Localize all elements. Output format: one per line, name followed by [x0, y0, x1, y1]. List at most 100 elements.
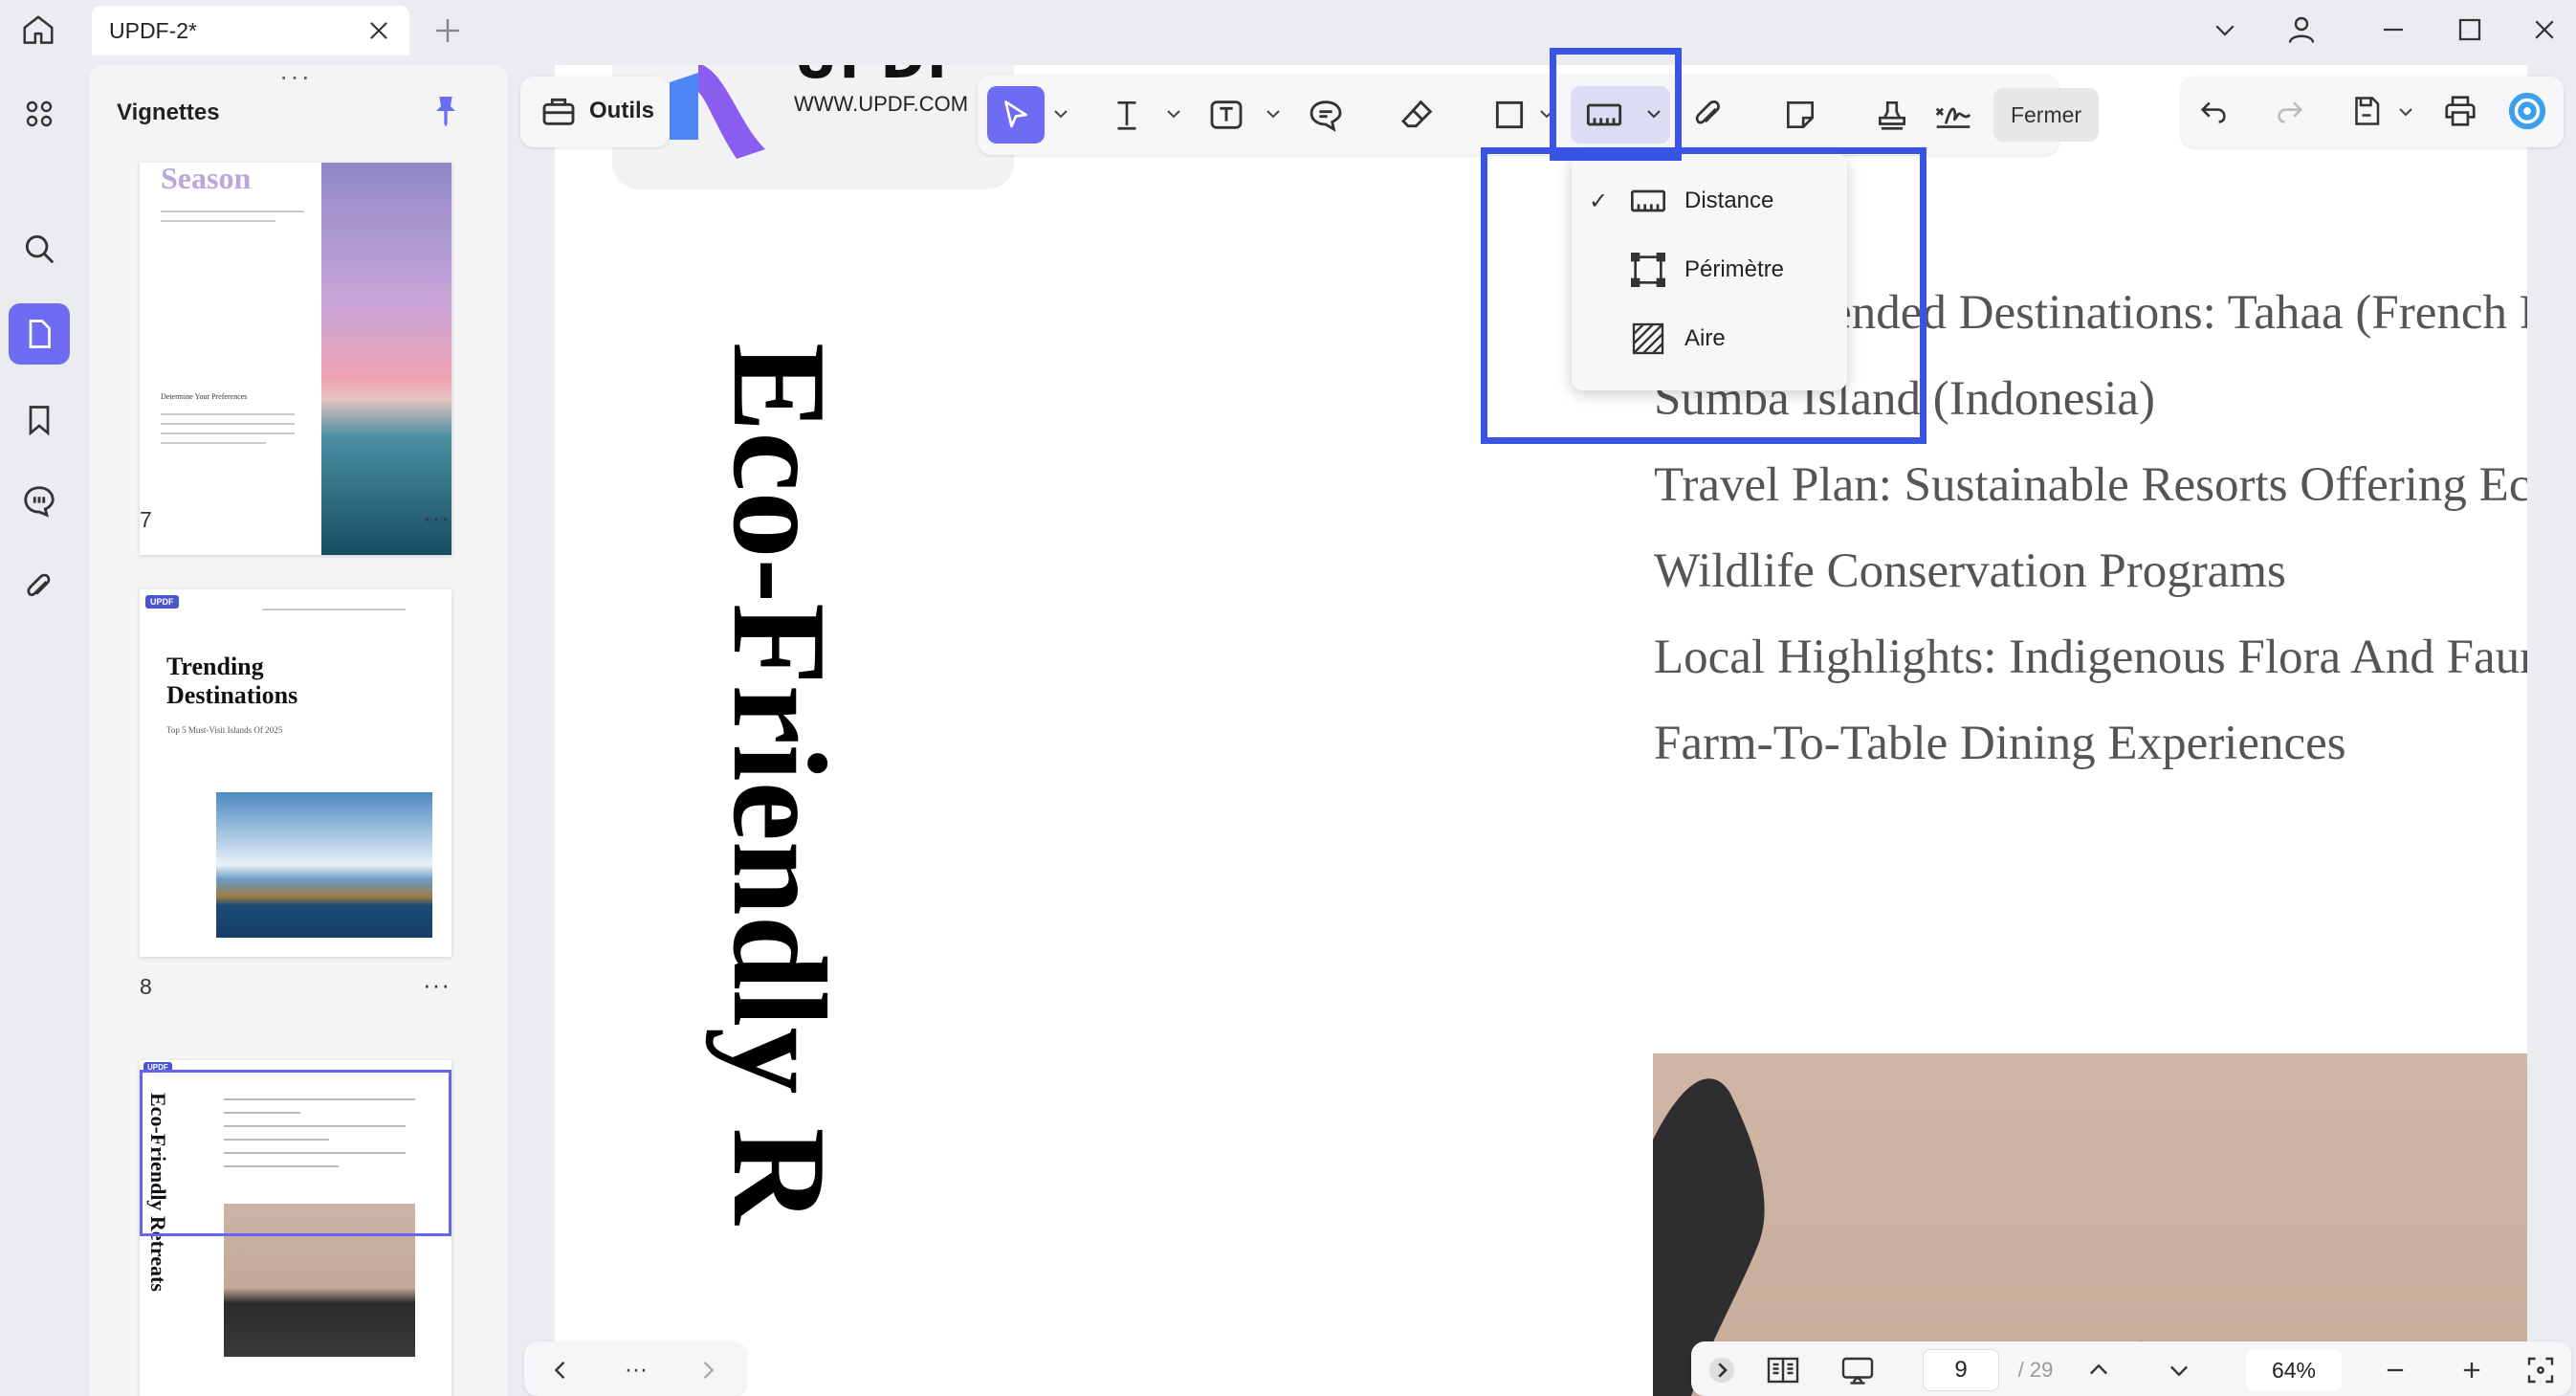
- highlight-measure-button: [1550, 48, 1682, 161]
- rail-attachments-button[interactable]: [9, 557, 70, 618]
- prev-page-button[interactable]: [541, 1349, 580, 1391]
- rail-bookmarks-button[interactable]: [9, 389, 70, 451]
- presentation-button[interactable]: [1829, 1349, 1886, 1391]
- tab-list-button[interactable]: [2200, 8, 2250, 52]
- thumb-brand: UPDF: [145, 595, 179, 609]
- print-button[interactable]: [2432, 82, 2489, 140]
- maximize-button[interactable]: [2445, 8, 2495, 52]
- thumb-more-button[interactable]: ···: [423, 503, 451, 533]
- minimize-button[interactable]: [2368, 8, 2418, 52]
- thumb-more-button[interactable]: ···: [423, 970, 451, 1000]
- left-rail: [0, 59, 78, 1396]
- ai-assistant-icon: [2508, 92, 2546, 130]
- doc-line-6: Farm-To-Table Dining Experiences: [1654, 717, 2346, 770]
- redo-icon: [2278, 101, 2303, 123]
- page-down-button[interactable]: [2158, 1349, 2200, 1391]
- zoom-out-button[interactable]: [2374, 1349, 2416, 1391]
- stamp-tool[interactable]: [1863, 86, 1921, 144]
- zoom-in-button[interactable]: [2451, 1349, 2493, 1391]
- thumb-page-number: 8: [140, 974, 152, 999]
- thumb-heading-line1: Trending: [166, 653, 264, 680]
- chevron-down-icon[interactable]: [1165, 107, 1182, 121]
- home-icon: [23, 15, 54, 44]
- signature-tool[interactable]: [1925, 86, 1982, 144]
- paperclip-icon: [27, 573, 51, 597]
- select-tool[interactable]: [987, 86, 1045, 144]
- fit-screen-icon: [2527, 1357, 2554, 1384]
- attach-tool[interactable]: [1680, 86, 1737, 144]
- new-tab-icon[interactable]: [430, 13, 465, 48]
- chevron-up-icon: [2090, 1363, 2107, 1375]
- page-number-input[interactable]: 9: [1923, 1349, 1999, 1391]
- chevron-down-icon: [2170, 1365, 2188, 1377]
- logo-url: WWW.UPDF.COM: [794, 92, 969, 116]
- rail-search-button[interactable]: [9, 218, 70, 279]
- zoom-level[interactable]: 64%: [2246, 1349, 2342, 1391]
- eraser-tool[interactable]: [1389, 86, 1446, 144]
- chevron-right-circle-icon: [1708, 1357, 1735, 1384]
- thumb-page-number: 7: [140, 507, 152, 532]
- minimize-icon: [2384, 28, 2403, 32]
- paperclip-icon: [1695, 100, 1720, 124]
- close-toolbar-button[interactable]: Fermer: [1993, 88, 2099, 142]
- page-layout-button[interactable]: [1754, 1349, 1812, 1391]
- rail-comments-button[interactable]: [9, 471, 70, 532]
- panel-resize-grip[interactable]: ···: [279, 65, 312, 90]
- sticky-note-icon: [1786, 100, 1815, 129]
- chevron-right-icon: [703, 1362, 715, 1379]
- ai-assistant-button[interactable]: [2499, 82, 2556, 140]
- book-layout-icon: [1767, 1357, 1799, 1384]
- redo-button[interactable]: [2261, 82, 2319, 140]
- vertical-title: Eco-Friendly R: [705, 343, 853, 1225]
- page-total: / 29: [2017, 1358, 2054, 1382]
- grid-icon: [26, 100, 53, 127]
- chevron-down-icon[interactable]: [2397, 105, 2414, 119]
- thumbnails-panel: ··· Vignettes Season Determine Your Pref…: [90, 65, 507, 1396]
- doc-line-3: Travel Plan: Sustainable Resorts Offerin…: [1654, 458, 2527, 512]
- thumb-sunset-image: [321, 163, 451, 555]
- pin-icon[interactable]: [427, 92, 465, 130]
- fit-page-button[interactable]: [2520, 1349, 2562, 1391]
- page-up-button[interactable]: [2078, 1349, 2120, 1391]
- tools-label: Outils: [589, 98, 655, 123]
- minus-icon: [2387, 1368, 2404, 1372]
- thumbnail-page-8[interactable]: UPDF Trending Destinations Top 5 Must-Vi…: [140, 589, 451, 957]
- doc-line-5: Local Highlights: Indigenous Flora And F…: [1654, 631, 2527, 684]
- home-button[interactable]: [13, 8, 63, 54]
- save-button[interactable]: [2338, 82, 2395, 140]
- thumb-heading-line2: Destinations: [166, 681, 298, 709]
- close-window-button[interactable]: [2520, 8, 2569, 52]
- more-options-button[interactable]: ···: [612, 1349, 660, 1391]
- rail-apps-button[interactable]: [9, 83, 70, 144]
- comment-tool[interactable]: [1297, 86, 1354, 144]
- tools-button[interactable]: Outils: [520, 77, 670, 147]
- bottom-nav-left: ···: [524, 1341, 746, 1396]
- comment-icon: [24, 486, 55, 518]
- presentation-icon: [1841, 1357, 1874, 1385]
- stamp-icon: [1878, 100, 1906, 130]
- chevron-left-icon: [554, 1362, 565, 1379]
- thumbnail-selection-frame: [140, 1070, 451, 1236]
- right-toolbar: [2181, 77, 2564, 147]
- toolbox-icon: [542, 98, 575, 125]
- chevron-down-icon: [2215, 25, 2235, 36]
- chevron-down-icon[interactable]: [1052, 107, 1069, 121]
- document-tab[interactable]: UPDF-2*: [92, 6, 409, 55]
- textbox-tool[interactable]: [1198, 86, 1255, 144]
- text-tool[interactable]: [1098, 86, 1156, 144]
- sticky-note-tool[interactable]: [1772, 86, 1829, 144]
- undo-button[interactable]: [2185, 82, 2242, 140]
- expand-bar-button[interactable]: [1701, 1349, 1743, 1391]
- signature-icon: [1935, 107, 1971, 128]
- thumbnail-page-7[interactable]: Season Determine Your Preferences: [140, 163, 451, 555]
- shape-tool[interactable]: [1481, 86, 1538, 144]
- rail-thumbnails-button[interactable]: [9, 303, 70, 365]
- rectangle-icon: [1495, 100, 1524, 129]
- speech-bubble-icon: [1310, 100, 1342, 132]
- next-page-button[interactable]: [689, 1349, 727, 1391]
- chevron-down-icon[interactable]: [1265, 107, 1282, 121]
- user-icon: [2288, 16, 2315, 43]
- close-icon: [2535, 20, 2554, 39]
- close-tab-icon[interactable]: [365, 17, 392, 44]
- account-button[interactable]: [2277, 8, 2326, 52]
